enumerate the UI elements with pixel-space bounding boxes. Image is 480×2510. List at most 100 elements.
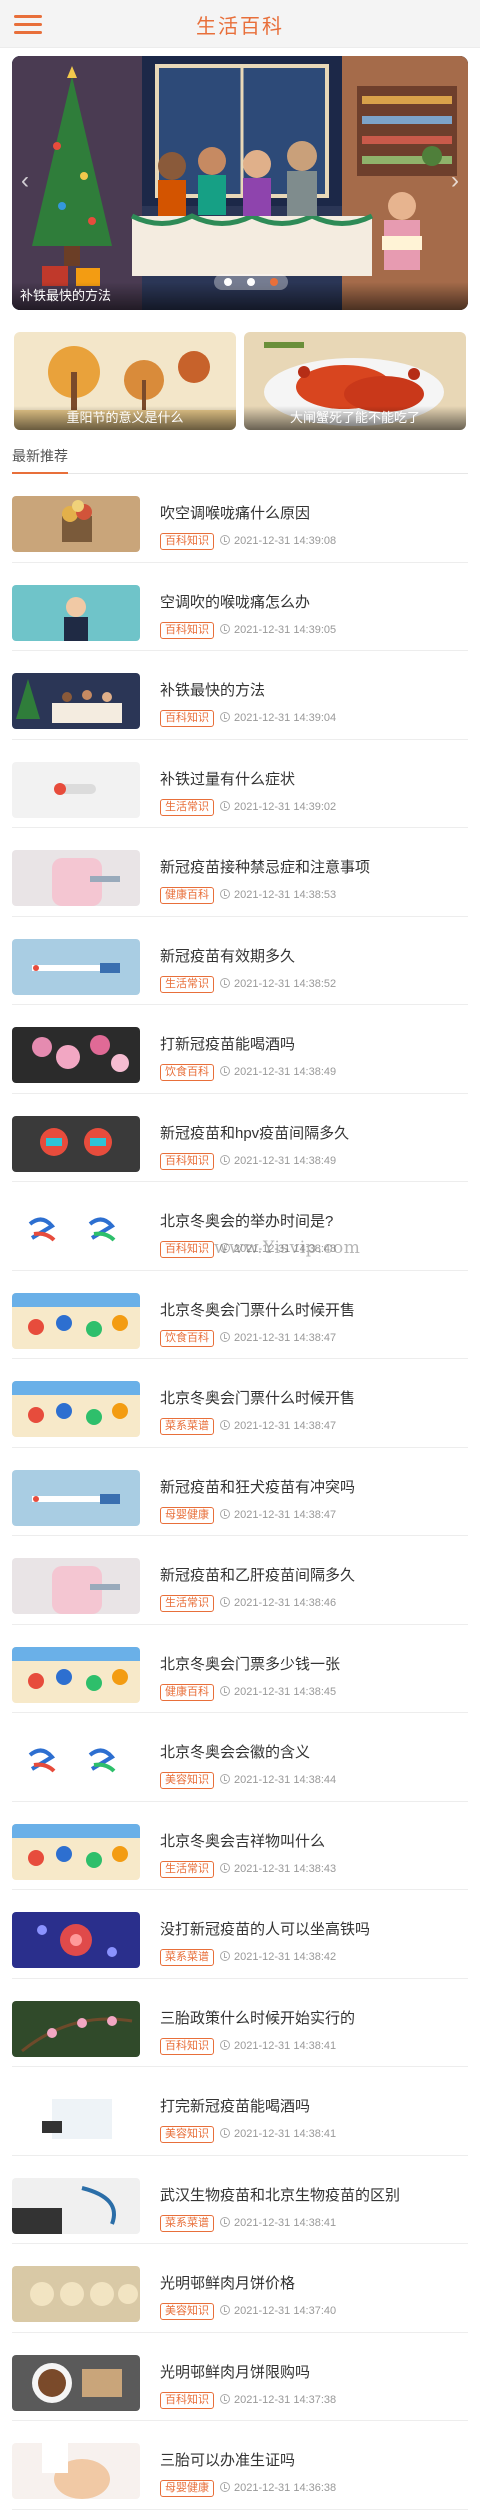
article-thumbnail[interactable] [12, 2000, 140, 2057]
carousel-dot-3-active[interactable] [270, 278, 278, 286]
article-title[interactable]: 新冠疫苗和hpv疫苗间隔多久 [160, 1122, 460, 1143]
category-tag[interactable]: 美容知识 [160, 2303, 214, 2320]
category-tag[interactable]: 生活常识 [160, 1860, 214, 1878]
category-tag[interactable]: 生活常识 [160, 798, 214, 816]
category-tag[interactable]: 健康百科 [160, 887, 214, 904]
article-thumbnail[interactable] [12, 2443, 140, 2499]
category-tag[interactable]: 生活常识 [160, 975, 214, 993]
article-thumbnail[interactable] [12, 1027, 140, 1083]
category-tag[interactable]: 百科知识 [160, 1152, 214, 1170]
article-title[interactable]: 吹空调喉咙痛什么原因 [160, 502, 460, 523]
article-item[interactable]: 打完新冠疫苗能喝酒吗 美容知识 2021-12-31 14:38:41 [12, 2067, 468, 2156]
category-tag[interactable]: 生活常识 [160, 1595, 214, 1612]
hero-carousel[interactable]: 补铁最快的方法 ‹ › [12, 56, 468, 310]
category-tag[interactable]: 菜系菜谱 [160, 1418, 214, 1435]
article-thumbnail[interactable] [12, 496, 140, 552]
article-thumbnail[interactable] [12, 1912, 140, 1968]
article-thumbnail[interactable] [12, 1735, 140, 1791]
article-item[interactable]: 北京冬奥会吉祥物叫什么 生活常识 2021-12-31 14:38:43 [12, 1802, 468, 1890]
article-item[interactable]: 补铁最快的方法 百科知识 2021-12-31 14:39:04 [12, 651, 468, 740]
article-title[interactable]: 空调吹的喉咙痛怎么办 [160, 591, 460, 612]
carousel-dot-2[interactable] [247, 278, 255, 286]
article-title[interactable]: 没打新冠疫苗的人可以坐高铁吗 [160, 1918, 460, 1939]
article-thumbnail[interactable] [12, 1469, 140, 1526]
article-item[interactable]: 新冠疫苗和狂犬疫苗有冲突吗 母婴健康 2021-12-31 14:38:47 [12, 1448, 468, 1536]
article-title[interactable]: 光明邨鲜肉月饼价格 [160, 2272, 460, 2293]
article-title[interactable]: 新冠疫苗和乙肝疫苗间隔多久 [160, 1564, 460, 1585]
article-item[interactable]: 北京冬奥会门票什么时候开售 菜系菜谱 2021-12-31 14:38:47 [12, 1359, 468, 1448]
category-tag[interactable]: 百科知识 [160, 2391, 214, 2409]
article-thumbnail[interactable] [12, 673, 140, 729]
article-thumbnail[interactable] [12, 2089, 140, 2145]
article-title[interactable]: 光明邨鲜肉月饼限购吗 [160, 2361, 460, 2382]
article-thumbnail[interactable] [12, 2354, 140, 2411]
article-thumbnail[interactable] [12, 2266, 140, 2322]
article-title[interactable]: 打新冠疫苗能喝酒吗 [160, 1033, 460, 1054]
article-thumbnail[interactable] [12, 850, 140, 906]
carousel-next-icon[interactable]: › [446, 166, 464, 196]
article-thumbnail[interactable] [12, 1204, 140, 1260]
article-item[interactable]: 光明邨鲜肉月饼价格 美容知识 2021-12-31 14:37:40 [12, 2244, 468, 2333]
article-thumbnail[interactable] [12, 1646, 140, 1703]
article-item[interactable]: 新冠疫苗接种禁忌症和注意事项 健康百科 2021-12-31 14:38:53 [12, 828, 468, 917]
article-title[interactable]: 新冠疫苗有效期多久 [160, 945, 460, 966]
article-thumbnail[interactable] [12, 761, 140, 818]
article-item[interactable]: 北京冬奥会门票多少钱一张 健康百科 2021-12-31 14:38:45 [12, 1625, 468, 1713]
article-title[interactable]: 北京冬奥会门票多少钱一张 [160, 1653, 460, 1674]
article-item[interactable]: 光明邨鲜肉月饼限购吗 百科知识 2021-12-31 14:37:38 [12, 2333, 468, 2421]
promo-card-1[interactable]: 重阳节的意义是什么 [14, 332, 236, 430]
article-item[interactable]: 补铁过量有什么症状 生活常识 2021-12-31 14:39:02 [12, 740, 468, 828]
category-tag[interactable]: 母婴健康 [160, 2480, 214, 2497]
category-tag[interactable]: 母婴健康 [160, 1506, 214, 1524]
category-tag[interactable]: 饮食百科 [160, 1064, 214, 1081]
article-item[interactable]: 没打新冠疫苗的人可以坐高铁吗 菜系菜谱 2021-12-31 14:38:42 [12, 1890, 468, 1979]
category-tag[interactable]: 百科知识 [160, 2037, 214, 2055]
article-title[interactable]: 武汉生物疫苗和北京生物疫苗的区别 [160, 2184, 460, 2205]
article-thumbnail[interactable] [12, 1381, 140, 1437]
article-title[interactable]: 打完新冠疫苗能喝酒吗 [160, 2095, 460, 2116]
article-item[interactable]: 吹空调喉咙痛什么原因 百科知识 2021-12-31 14:39:08 [12, 474, 468, 563]
article-title[interactable]: 北京冬奥会会徽的含义 [160, 1741, 460, 1762]
category-tag[interactable]: 百科知识 [160, 621, 214, 639]
category-tag[interactable]: 饮食百科 [160, 1329, 214, 1347]
article-title[interactable]: 补铁过量有什么症状 [160, 768, 460, 789]
article-thumbnail[interactable] [12, 1292, 140, 1349]
article-item[interactable]: 新冠疫苗和乙肝疫苗间隔多久 生活常识 2021-12-31 14:38:46 [12, 1536, 468, 1625]
article-thumbnail[interactable] [12, 1823, 140, 1880]
article-item[interactable]: 三胎政策什么时候开始实行的 百科知识 2021-12-31 14:38:41 [12, 1979, 468, 2067]
article-title[interactable]: 北京冬奥会吉祥物叫什么 [160, 1830, 460, 1851]
article-thumbnail[interactable] [12, 938, 140, 995]
article-thumbnail[interactable] [12, 584, 140, 641]
article-title[interactable]: 北京冬奥会门票什么时候开售 [160, 1387, 460, 1408]
carousel-prev-icon[interactable]: ‹ [16, 166, 34, 196]
category-tag[interactable]: 百科知识 [160, 1241, 214, 1258]
article-item[interactable]: 打新冠疫苗能喝酒吗 饮食百科 2021-12-31 14:38:49 [12, 1005, 468, 1094]
category-tag[interactable]: 菜系菜谱 [160, 2214, 214, 2232]
category-tag[interactable]: 百科知识 [160, 533, 214, 550]
promo-card-2[interactable]: 大闸蟹死了能不能吃了 [244, 332, 466, 430]
article-item[interactable]: 北京冬奥会会徽的含义 美容知识 2021-12-31 14:38:44 [12, 1713, 468, 1802]
article-thumbnail[interactable] [12, 1558, 140, 1614]
article-thumbnail[interactable] [12, 1115, 140, 1172]
category-tag[interactable]: 菜系菜谱 [160, 1949, 214, 1966]
category-tag[interactable]: 健康百科 [160, 1683, 214, 1701]
site-title[interactable]: 生活百科 [0, 10, 480, 39]
article-title[interactable]: 新冠疫苗接种禁忌症和注意事项 [160, 856, 460, 877]
article-thumbnail[interactable] [12, 2177, 140, 2234]
carousel-dot-1[interactable] [224, 278, 232, 286]
article-item[interactable]: 新冠疫苗有效期多久 生活常识 2021-12-31 14:38:52 [12, 917, 468, 1005]
article-title[interactable]: 新冠疫苗和狂犬疫苗有冲突吗 [160, 1476, 460, 1497]
article-title[interactable]: 北京冬奥会的举办时间是? [160, 1210, 460, 1231]
category-tag[interactable]: 美容知识 [160, 2126, 214, 2143]
category-tag[interactable]: 百科知识 [160, 710, 214, 727]
article-title[interactable]: 北京冬奥会门票什么时候开售 [160, 1299, 460, 1320]
article-item[interactable]: 空调吹的喉咙痛怎么办 百科知识 2021-12-31 14:39:05 [12, 563, 468, 651]
article-item[interactable]: 新冠疫苗和hpv疫苗间隔多久 百科知识 2021-12-31 14:38:49 [12, 1094, 468, 1182]
article-item[interactable]: 北京冬奥会门票什么时候开售 饮食百科 2021-12-31 14:38:47 [12, 1271, 468, 1359]
article-title[interactable]: 三胎政策什么时候开始实行的 [160, 2007, 460, 2028]
category-tag[interactable]: 美容知识 [160, 1772, 214, 1789]
article-item[interactable]: 武汉生物疫苗和北京生物疫苗的区别 菜系菜谱 2021-12-31 14:38:41 [12, 2156, 468, 2244]
article-title[interactable]: 补铁最快的方法 [160, 679, 460, 700]
article-item[interactable]: 三胎可以办准生证吗 母婴健康 2021-12-31 14:36:38 [12, 2421, 468, 2510]
article-title[interactable]: 三胎可以办准生证吗 [160, 2449, 460, 2470]
